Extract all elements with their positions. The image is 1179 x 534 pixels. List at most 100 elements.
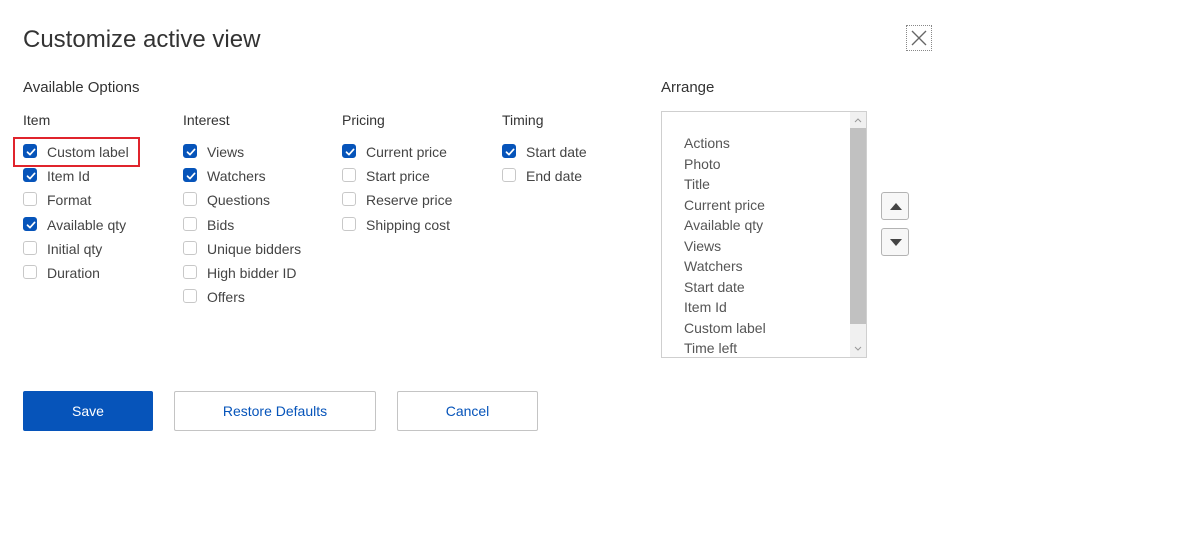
option-watchers[interactable]: Watchers — [183, 167, 301, 191]
checkbox[interactable] — [23, 264, 37, 279]
column-header-pricing: Pricing — [342, 112, 385, 128]
checkbox[interactable] — [183, 289, 197, 304]
checkmark-icon — [186, 148, 196, 156]
checkbox[interactable] — [342, 216, 356, 231]
checkbox[interactable] — [183, 144, 197, 158]
checkbox[interactable] — [183, 192, 197, 207]
dialog-title: Customize active view — [23, 26, 261, 53]
checkbox[interactable] — [342, 144, 356, 158]
checkbox[interactable] — [23, 168, 37, 183]
arrange-listbox[interactable]: Actions Photo Title Current price Available … — [661, 111, 867, 358]
restore-defaults-button[interactable]: Restore Defaults — [174, 391, 376, 431]
arrange-heading: Arrange — [661, 79, 715, 96]
option-label: Views — [207, 144, 245, 160]
customize-view-dialog: Customize active view Available Options … — [0, 0, 1179, 534]
column-header-item: Item — [23, 112, 51, 128]
save-button[interactable]: Save — [23, 391, 153, 431]
checkbox[interactable] — [342, 168, 356, 183]
option-label: End date — [526, 168, 583, 185]
column-header-interest: Interest — [183, 112, 230, 128]
scroll-down-button[interactable] — [850, 341, 866, 357]
option-views[interactable]: Views — [183, 143, 301, 167]
option-initial-qty[interactable]: Initial qty — [23, 240, 129, 264]
option-label: Questions — [207, 192, 271, 209]
option-label: Reserve price — [366, 192, 453, 209]
option-label: Unique bidders — [207, 240, 302, 257]
scroll-thumb[interactable] — [850, 128, 866, 324]
option-label: Offers — [207, 289, 245, 306]
option-end-date[interactable]: End date — [502, 167, 587, 191]
option-unique-bidders[interactable]: Unique bidders — [183, 240, 301, 264]
arrange-list: Actions Photo Title Current price Available … — [684, 133, 766, 357]
arrange-item[interactable]: Title — [684, 174, 766, 195]
options-column-interest: Views Watchers Questions Bids Unique bidders… — [183, 143, 301, 312]
checkbox[interactable] — [23, 216, 37, 231]
option-label: Available qty — [47, 216, 127, 233]
checkbox[interactable] — [342, 192, 356, 207]
option-questions[interactable]: Questions — [183, 191, 301, 215]
close-icon — [911, 30, 927, 46]
arrange-item[interactable]: Watchers — [684, 256, 766, 277]
checkmark-icon — [505, 148, 515, 156]
checkbox[interactable] — [23, 192, 37, 207]
option-label: Current price — [366, 144, 447, 160]
option-offers[interactable]: Offers — [183, 288, 301, 312]
option-reserve-price[interactable]: Reserve price — [342, 191, 452, 215]
chevron-down-icon — [854, 346, 862, 351]
option-item-id[interactable]: Item Id — [23, 167, 129, 191]
arrange-item[interactable]: Available qty — [684, 215, 766, 236]
arrange-item[interactable]: Start date — [684, 277, 766, 298]
option-label: Initial qty — [47, 240, 103, 257]
option-start-price[interactable]: Start price — [342, 167, 452, 191]
options-column-timing: Start date End date — [502, 143, 587, 191]
available-options-heading: Available Options — [23, 79, 140, 96]
column-header-timing: Timing — [502, 112, 544, 128]
arrange-item[interactable]: Photo — [684, 154, 766, 175]
checkbox[interactable] — [183, 264, 197, 279]
options-column-pricing: Current price Start price Reserve price Shi… — [342, 143, 452, 240]
move-down-button[interactable] — [881, 228, 909, 256]
checkbox[interactable] — [23, 240, 37, 255]
move-up-button[interactable] — [881, 192, 909, 220]
option-label: Start date — [526, 144, 587, 160]
close-button[interactable] — [906, 25, 932, 51]
option-label: High bidder ID — [207, 264, 297, 281]
option-available-qty[interactable]: Available qty — [23, 216, 129, 240]
checkbox[interactable] — [502, 168, 516, 183]
checkbox[interactable] — [183, 240, 197, 255]
checkmark-icon — [26, 221, 36, 229]
checkbox[interactable] — [183, 168, 197, 183]
option-shipping-cost[interactable]: Shipping cost — [342, 216, 452, 240]
option-duration[interactable]: Duration — [23, 264, 129, 288]
arrange-scrollbar[interactable] — [850, 112, 866, 357]
option-label: Duration — [47, 264, 100, 281]
option-label: Item Id — [47, 168, 90, 185]
option-bids[interactable]: Bids — [183, 216, 301, 240]
checkbox[interactable] — [183, 216, 197, 231]
option-label: Bids — [207, 216, 235, 233]
option-label: Format — [47, 192, 92, 209]
cancel-button[interactable]: Cancel — [397, 391, 538, 431]
triangle-up-icon — [890, 203, 902, 210]
arrange-item[interactable]: Current price — [684, 195, 766, 216]
arrange-item[interactable]: Custom label — [684, 318, 766, 339]
arrange-item[interactable]: Item Id — [684, 297, 766, 318]
checkmark-icon — [345, 148, 355, 156]
highlight-box — [13, 137, 140, 167]
checkbox[interactable] — [502, 144, 516, 158]
scroll-up-button[interactable] — [850, 112, 866, 128]
option-label: Shipping cost — [366, 216, 451, 233]
arrange-item[interactable]: Time left — [684, 338, 766, 357]
checkmark-icon — [186, 172, 196, 180]
option-high-bidder-id[interactable]: High bidder ID — [183, 264, 301, 288]
checkmark-icon — [26, 172, 36, 180]
triangle-down-icon — [890, 239, 902, 246]
chevron-up-icon — [854, 118, 862, 123]
option-format[interactable]: Format — [23, 191, 129, 215]
arrange-item[interactable]: Actions — [684, 133, 766, 154]
arrange-item[interactable]: Views — [684, 236, 766, 257]
option-start-date[interactable]: Start date — [502, 143, 587, 167]
option-current-price[interactable]: Current price — [342, 143, 452, 167]
option-label: Start price — [366, 168, 430, 185]
option-label: Watchers — [207, 168, 266, 185]
